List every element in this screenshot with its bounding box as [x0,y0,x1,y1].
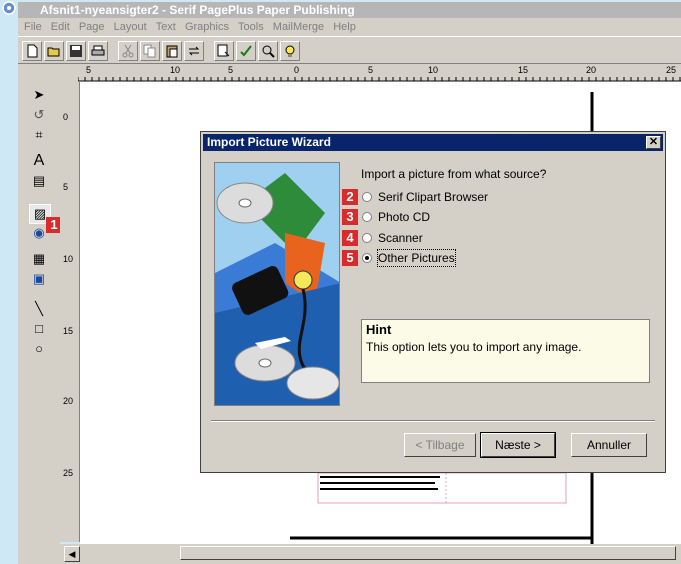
replace-icon[interactable] [184,41,204,61]
option-scanner[interactable]: 4 Scanner [342,230,542,248]
radio-button[interactable] [362,212,372,222]
ruler-label: 15 [518,65,529,75]
table-icon[interactable]: ▦ [29,250,49,268]
menu-bar: File Edit Page Layout Text Graphics Tool… [18,18,681,36]
copy-icon[interactable] [140,41,160,61]
print-icon[interactable] [88,41,108,61]
scroll-thumb[interactable] [180,546,676,560]
menu-edit[interactable]: Edit [51,18,70,36]
rotate-icon[interactable]: ↺ [29,106,49,124]
menu-file[interactable]: File [24,18,42,36]
ruler-label: 25 [666,65,677,75]
divider [211,420,655,422]
horizontal-scrollbar[interactable]: ◀ [60,544,681,564]
option-label[interactable]: Other Pictures [377,249,456,267]
option-label[interactable]: Photo CD [378,209,430,225]
vruler-label: 0 [63,112,69,122]
option-badge: 4 [342,230,358,246]
new-icon[interactable] [22,41,42,61]
menu-graphics[interactable]: Graphics [185,18,229,36]
ruler-label: 10 [428,65,439,75]
window-title: Afsnit1-nyeansigter2 - Serif PagePlus Pa… [40,3,355,17]
option-serif-clipart[interactable]: 2 Serif Clipart Browser [342,189,542,207]
option-label[interactable]: Scanner [378,230,423,246]
radio-button-selected[interactable] [362,253,372,263]
close-icon[interactable]: ✕ [646,136,661,149]
import-picture-dialog: Import Picture Wizard ✕ Import a picture… [200,131,666,473]
ruler-label: 5 [86,65,92,75]
vertical-ruler: 0 5 10 15 20 25 [60,82,80,542]
menu-help[interactable]: Help [333,18,356,36]
save-icon[interactable] [66,41,86,61]
ruler-label: 20 [586,65,597,75]
back-button[interactable]: < Tilbage [404,433,476,457]
dialog-title-bar: Import Picture Wizard ✕ [203,134,663,151]
option-badge: 3 [342,209,358,225]
vruler-label: 5 [63,182,69,192]
crop-icon[interactable]: ⌗ [29,126,49,144]
option-photo-cd[interactable]: 3 Photo CD [342,209,542,227]
vruler-label: 25 [63,468,74,478]
ruler-label: 5 [368,65,374,75]
line-icon[interactable]: ╲ [29,300,49,318]
radio-button[interactable] [362,233,372,243]
dialog-title: Import Picture Wizard [207,135,331,149]
ruler-corner [60,64,78,82]
menu-layout[interactable]: Layout [114,18,147,36]
option-badge: 2 [342,189,358,205]
menu-tools[interactable]: Tools [238,18,264,36]
zoom-tool-icon[interactable] [214,41,234,61]
cut-icon[interactable] [118,41,138,61]
option-other-pictures[interactable]: 5 Other Pictures [342,249,542,268]
window-title-bar: Afsnit1-nyeansigter2 - Serif PagePlus Pa… [18,2,681,18]
menu-page[interactable]: Page [79,18,105,36]
scroll-left-icon[interactable]: ◀ [64,546,80,562]
textframe-icon[interactable]: ▤ [29,172,49,190]
radio-button[interactable] [362,192,372,202]
vruler-label: 10 [63,254,74,264]
preview-icon[interactable] [258,41,278,61]
ruler-label: 5 [228,65,234,75]
hint-bulb-icon[interactable] [280,41,300,61]
spellcheck-icon[interactable] [236,41,256,61]
text-icon[interactable]: A [29,152,49,170]
pointer-icon[interactable]: ➤ [29,86,49,104]
vruler-label: 15 [63,326,74,336]
ruler-label: 0 [294,65,300,75]
source-question: Import a picture from what source? [361,167,547,181]
main-toolbar [18,36,681,64]
option-label[interactable]: Serif Clipart Browser [378,189,488,205]
option-badge: 5 [342,250,358,266]
app-icon [2,1,16,15]
hint-title: Hint [366,322,392,337]
cancel-button[interactable]: Annuller [571,433,647,457]
vruler-label: 20 [63,396,74,406]
open-icon[interactable] [44,41,64,61]
ruler-label: 10 [170,65,181,75]
menu-text[interactable]: Text [156,18,176,36]
hint-box: Hint This option lets you to import any … [361,319,650,383]
form-icon[interactable]: ▣ [29,270,49,288]
toolbox: ➤ ↺ ⌗ A ▤ ▨ ◉ ▦ ▣ ╲ □ ○ [18,64,60,564]
menu-mailmerge[interactable]: MailMerge [273,18,324,36]
horizontal-ruler: 5 10 5 0 5 10 15 20 25 [78,64,681,82]
hint-text: This option lets you to import any image… [366,340,582,354]
next-button[interactable]: Næste > [480,432,556,458]
rectangle-icon[interactable]: □ [29,320,49,338]
wizard-illustration [214,162,340,406]
paste-icon[interactable] [162,41,182,61]
ellipse-icon[interactable]: ○ [29,340,49,358]
